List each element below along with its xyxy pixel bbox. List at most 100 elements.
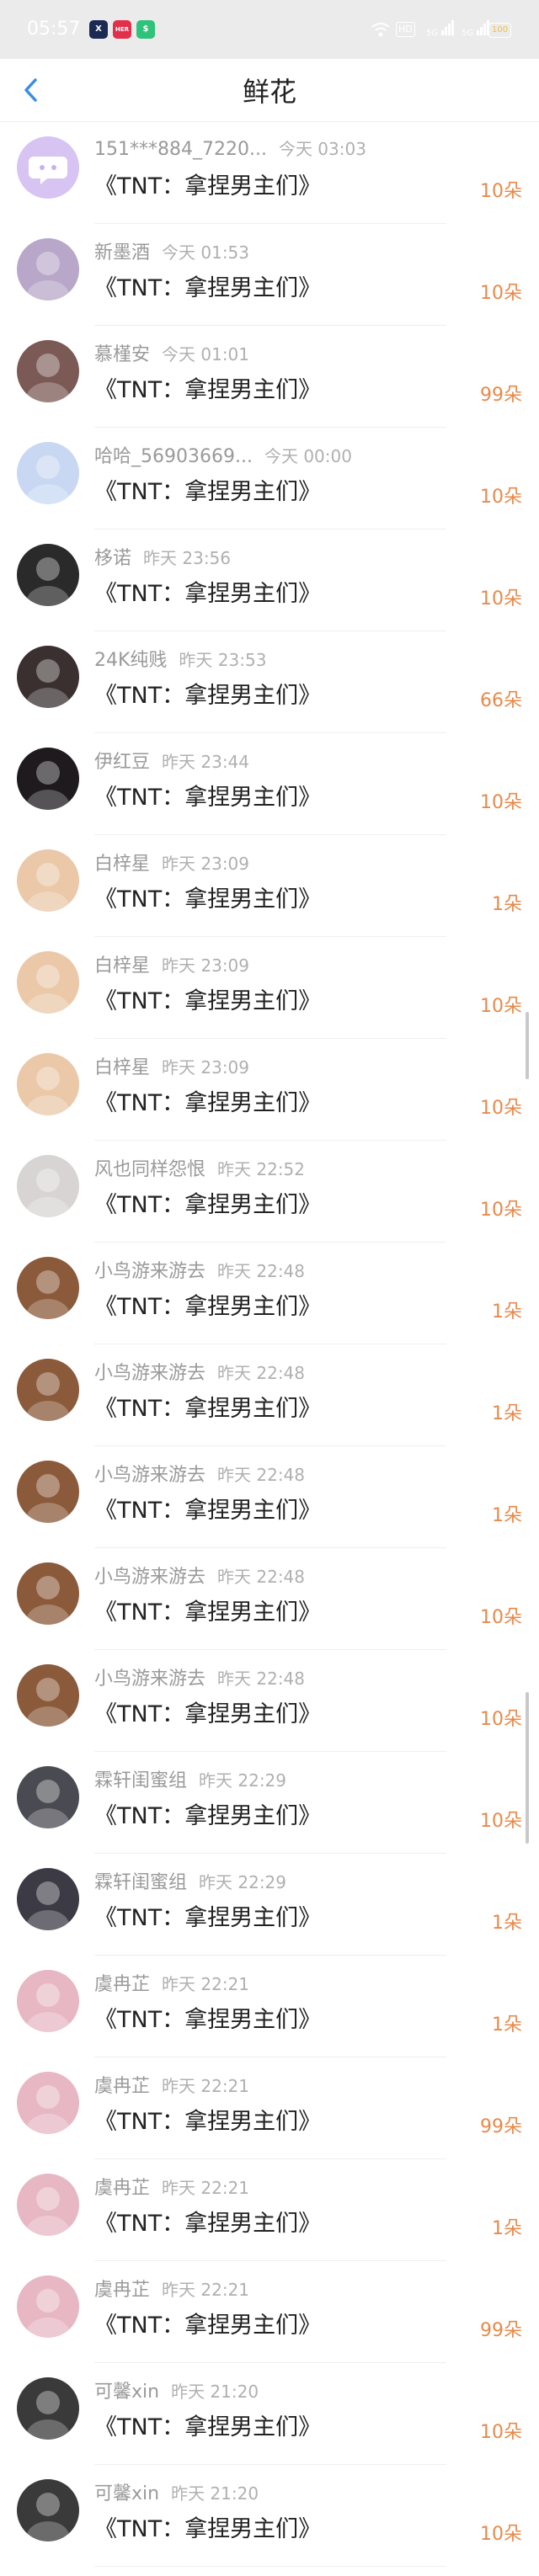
user-name[interactable]: 白梓星 [94, 854, 150, 875]
avatar[interactable] [17, 1766, 79, 1828]
avatar[interactable] [17, 1155, 79, 1217]
list-item[interactable]: 小鸟游来游去 昨天 22:48 《TNT：拿捏男主们》 1朵 [0, 1446, 539, 1548]
list-item[interactable]: 白梓星 昨天 23:09 《TNT：拿捏男主们》 10朵 [0, 937, 539, 1039]
user-name[interactable]: 虞冉芷 [94, 1974, 150, 1995]
avatar[interactable] [17, 1970, 79, 2032]
avatar[interactable] [17, 646, 79, 708]
user-name[interactable]: 可馨xin [94, 2382, 159, 2403]
list-item[interactable]: 霖轩闺蜜组 昨天 22:29 《TNT：拿捏男主们》 10朵 [0, 1752, 539, 1854]
user-name[interactable]: 白梓星 [94, 955, 150, 977]
book-title[interactable]: 《TNT：拿捏男主们》 [94, 371, 321, 404]
avatar[interactable] [17, 136, 79, 199]
scrollbar-thumb-2[interactable] [526, 1692, 529, 1844]
book-title[interactable]: 《TNT：拿捏男主们》 [94, 677, 321, 710]
user-name[interactable]: 新墨酒 [94, 242, 150, 263]
book-title[interactable]: 《TNT：拿捏男主们》 [94, 982, 321, 1015]
user-name[interactable]: 小鸟游来游去 [94, 1261, 205, 1282]
list-item[interactable]: 风也同样怨恨 昨天 22:52 《TNT：拿捏男主们》 10朵 [0, 1141, 539, 1243]
book-title[interactable]: 《TNT：拿捏男主们》 [94, 1288, 321, 1321]
list-item[interactable]: 白梓星 昨天 23:09 《TNT：拿捏男主们》 1朵 [0, 835, 539, 937]
avatar[interactable] [17, 748, 79, 810]
list-item[interactable]: 霖轩闺蜜组 昨天 22:29 《TNT：拿捏男主们》 1朵 [0, 1854, 539, 1956]
avatar[interactable] [17, 1664, 79, 1727]
list-item[interactable]: 24K纯贱 昨天 23:53 《TNT：拿捏男主们》 66朵 [0, 631, 539, 733]
list-item[interactable]: 可馨xin 昨天 21:20 《TNT：拿捏男主们》 10朵 [0, 2465, 539, 2567]
scrollbar-thumb[interactable] [526, 1012, 529, 1079]
book-title[interactable]: 《TNT：拿捏男主们》 [94, 1390, 321, 1423]
book-title[interactable]: 《TNT：拿捏男主们》 [94, 1797, 321, 1830]
list-item[interactable]: 小鸟游来游去 昨天 22:48 《TNT：拿捏男主们》 1朵 [0, 1344, 539, 1446]
list-item[interactable]: 151***884_7220... 今天 03:03 《TNT：拿捏男主们》 10朵 [0, 122, 539, 224]
avatar[interactable] [17, 1257, 79, 1319]
book-title[interactable]: 《TNT：拿捏男主们》 [94, 2001, 321, 2034]
avatar[interactable] [17, 2377, 79, 2440]
user-name[interactable]: 霖轩闺蜜组 [94, 1770, 187, 1791]
avatar[interactable] [17, 1053, 79, 1115]
book-title[interactable]: 《TNT：拿捏男主们》 [94, 575, 321, 608]
list-item[interactable]: 慕槿安 今天 01:01 《TNT：拿捏男主们》 99朵 [0, 326, 539, 428]
avatar[interactable] [17, 1359, 79, 1421]
book-title[interactable]: 《TNT：拿捏男主们》 [94, 2307, 321, 2339]
book-title[interactable]: 《TNT：拿捏男主们》 [94, 2408, 321, 2441]
list-item[interactable]: 哈哈_56903669... 今天 00:00 《TNT：拿捏男主们》 10朵 [0, 428, 539, 530]
list-item[interactable]: 小鸟游来游去 昨天 22:48 《TNT：拿捏男主们》 10朵 [0, 1548, 539, 1650]
list-item[interactable]: 白梓星 昨天 23:09 《TNT：拿捏男主们》 10朵 [0, 1039, 539, 1141]
avatar[interactable] [17, 2174, 79, 2236]
book-title[interactable]: 《TNT：拿捏男主们》 [94, 168, 321, 200]
avatar[interactable] [17, 442, 79, 504]
list-item[interactable]: 小鸟游来游去 昨天 22:48 《TNT：拿捏男主们》 1朵 [0, 1243, 539, 1344]
book-title[interactable]: 《TNT：拿捏男主们》 [94, 1594, 321, 1626]
avatar[interactable] [17, 238, 79, 301]
book-title[interactable]: 《TNT：拿捏男主们》 [94, 1084, 321, 1117]
avatar[interactable] [17, 544, 79, 606]
gift-time: 昨天 23:09 [162, 955, 250, 976]
book-title[interactable]: 《TNT：拿捏男主们》 [94, 269, 321, 302]
user-name[interactable]: 白梓星 [94, 1057, 150, 1078]
book-title[interactable]: 《TNT：拿捏男主们》 [94, 881, 321, 913]
avatar[interactable] [17, 951, 79, 1014]
gift-time: 今天 01:53 [162, 242, 250, 263]
book-title[interactable]: 《TNT：拿捏男主们》 [94, 2103, 321, 2136]
avatar[interactable] [17, 1461, 79, 1523]
avatar[interactable] [17, 2275, 79, 2338]
user-name[interactable]: 伊红豆 [94, 752, 150, 773]
user-name[interactable]: 栘诺 [94, 548, 131, 569]
book-title[interactable]: 《TNT：拿捏男主们》 [94, 1492, 321, 1525]
user-name[interactable]: 可馨xin [94, 2483, 159, 2504]
user-name[interactable]: 霖轩闺蜜组 [94, 1872, 187, 1893]
avatar[interactable] [17, 849, 79, 912]
list-item[interactable]: 小鸟游来游去 昨天 22:48 《TNT：拿捏男主们》 10朵 [0, 1650, 539, 1752]
user-name[interactable]: 风也同样怨恨 [94, 1159, 205, 1180]
book-title[interactable]: 《TNT：拿捏男主们》 [94, 779, 321, 812]
avatar[interactable] [17, 2479, 79, 2541]
list-item[interactable]: 新墨酒 今天 01:53 《TNT：拿捏男主们》 10朵 [0, 224, 539, 326]
user-name[interactable]: 虞冉芷 [94, 2076, 150, 2097]
user-name[interactable]: 虞冉芷 [94, 2178, 150, 2199]
user-name[interactable]: 哈哈_56903669... [94, 446, 253, 467]
list-item[interactable]: 虞冉芷 昨天 22:21 《TNT：拿捏男主们》 99朵 [0, 2261, 539, 2363]
list-item[interactable]: 虞冉芷 昨天 22:21 《TNT：拿捏男主们》 1朵 [0, 1956, 539, 2057]
user-name[interactable]: 慕槿安 [94, 344, 150, 365]
book-title[interactable]: 《TNT：拿捏男主们》 [94, 1899, 321, 1932]
book-title[interactable]: 《TNT：拿捏男主们》 [94, 2205, 321, 2238]
avatar[interactable] [17, 2072, 79, 2134]
avatar[interactable] [17, 340, 79, 402]
avatar[interactable] [17, 1562, 79, 1625]
book-title[interactable]: 《TNT：拿捏男主们》 [94, 1186, 321, 1219]
list-item[interactable]: 伊红豆 昨天 23:44 《TNT：拿捏男主们》 10朵 [0, 733, 539, 835]
user-name[interactable]: 小鸟游来游去 [94, 1363, 205, 1384]
book-title[interactable]: 《TNT：拿捏男主们》 [94, 473, 321, 506]
user-name[interactable]: 虞冉芷 [94, 2280, 150, 2301]
user-name[interactable]: 24K纯贱 [94, 650, 167, 671]
user-name[interactable]: 151***884_7220... [94, 139, 267, 160]
list-item[interactable]: 虞冉芷 昨天 22:21 《TNT：拿捏男主们》 1朵 [0, 2159, 539, 2261]
user-name[interactable]: 小鸟游来游去 [94, 1669, 205, 1690]
book-title[interactable]: 《TNT：拿捏男主们》 [94, 1695, 321, 1728]
book-title[interactable]: 《TNT：拿捏男主们》 [94, 2510, 321, 2543]
list-item[interactable]: 虞冉芷 昨天 22:21 《TNT：拿捏男主们》 99朵 [0, 2057, 539, 2159]
list-item[interactable]: 栘诺 昨天 23:56 《TNT：拿捏男主们》 10朵 [0, 530, 539, 631]
user-name[interactable]: 小鸟游来游去 [94, 1567, 205, 1588]
avatar[interactable] [17, 1868, 79, 1930]
user-name[interactable]: 小鸟游来游去 [94, 1465, 205, 1486]
list-item[interactable]: 可馨xin 昨天 21:20 《TNT：拿捏男主们》 10朵 [0, 2363, 539, 2465]
